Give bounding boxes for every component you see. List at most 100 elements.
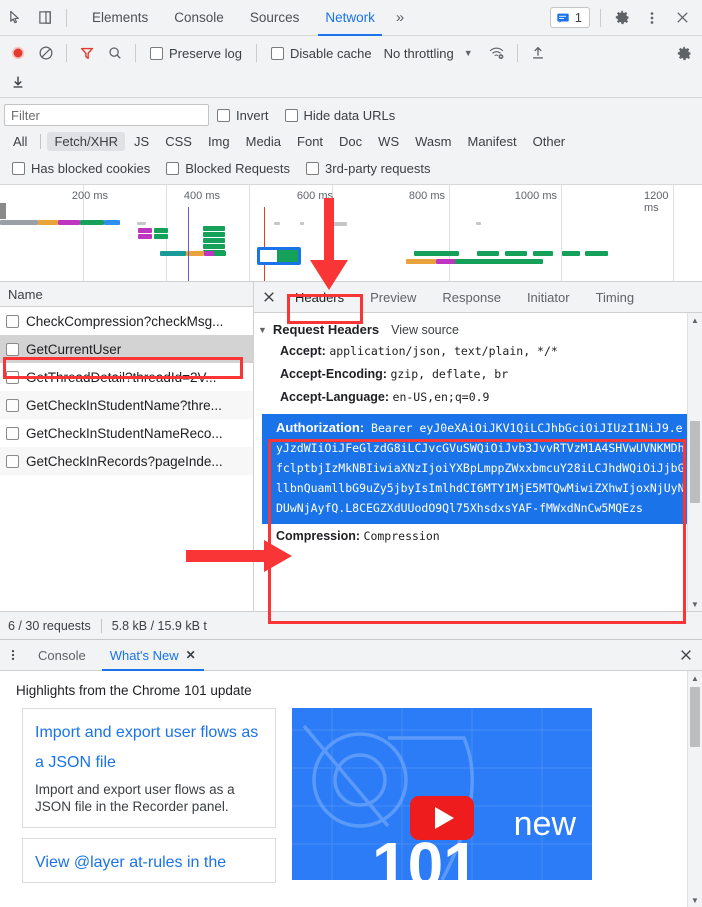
record-button[interactable] (4, 40, 32, 66)
table-row[interactable]: GetCurrentUser (0, 335, 253, 363)
filter-type-wasm[interactable]: Wasm (408, 132, 458, 151)
row-checkbox[interactable] (6, 342, 19, 356)
device-toolbar-icon[interactable] (30, 4, 60, 32)
toolbar-divider-5 (255, 44, 257, 63)
table-row[interactable]: CheckCompression?checkMsg... (0, 307, 253, 335)
gear-icon[interactable] (607, 4, 637, 32)
drawer-scrollbar[interactable]: ▲ ▼ (687, 671, 702, 907)
scrollbar-thumb[interactable] (690, 687, 700, 747)
network-settings-gear-icon[interactable] (670, 40, 698, 66)
drawer-tab-console-label: Console (38, 647, 86, 663)
disable-cache-checkbox[interactable]: Disable cache (263, 46, 380, 61)
close-icon[interactable] (667, 4, 697, 32)
network-conditions-icon[interactable] (483, 40, 511, 66)
overview-left-grip[interactable] (0, 203, 6, 219)
hide-data-urls-checkbox[interactable]: Hide data URLs (277, 108, 404, 123)
filter-type-other[interactable]: Other (526, 132, 573, 151)
scrollbar-thumb[interactable] (690, 421, 700, 503)
whats-new-body: Import and export user flows as a JSON f… (0, 708, 702, 893)
table-row[interactable]: GetThreadDetail?threadId=2V... (0, 363, 253, 391)
close-icon[interactable] (256, 282, 282, 312)
view-source-link[interactable]: View source (391, 323, 459, 337)
tab-response[interactable]: Response (429, 282, 514, 313)
card-title[interactable]: Import and export user flows as a JSON f… (35, 718, 263, 778)
status-divider (100, 618, 102, 633)
import-har-icon[interactable] (524, 40, 552, 66)
request-headers-section-header[interactable]: ▼ Request Headers View source (254, 319, 702, 340)
tab-headers[interactable]: Headers (282, 282, 357, 313)
filter-type-ws[interactable]: WS (371, 132, 406, 151)
list-item[interactable]: View @layer at-rules in the (22, 838, 276, 883)
tab-timing[interactable]: Timing (583, 282, 648, 313)
headers-scrollbar[interactable]: ▲ ▼ (687, 313, 702, 611)
blocked-requests-checkbox[interactable]: Blocked Requests (158, 161, 298, 176)
request-name: GetCheckInRecords?pageInde... (26, 453, 223, 469)
filter-type-doc[interactable]: Doc (332, 132, 369, 151)
overview-selection-box[interactable] (257, 247, 301, 265)
tab-preview[interactable]: Preview (357, 282, 429, 313)
close-icon[interactable] (670, 640, 702, 670)
messages-badge[interactable]: 1 (549, 7, 590, 28)
table-row[interactable]: GetCheckInStudentName?thre... (0, 391, 253, 419)
header-value: application/json, text/plain, */* (329, 344, 558, 358)
hide-data-urls-box (284, 108, 298, 122)
drawer-tab-console[interactable]: Console (26, 640, 98, 671)
row-checkbox[interactable] (6, 398, 19, 412)
drawer-tab-whats-new[interactable]: What's New ✕ (98, 640, 208, 671)
chevron-down-icon[interactable]: ▼ (258, 325, 267, 335)
preserve-log-checkbox[interactable]: Preserve log (142, 46, 250, 61)
filter-input[interactable] (4, 104, 209, 126)
filter-type-fetch-xhr[interactable]: Fetch/XHR (47, 132, 126, 151)
tab-network[interactable]: Network (312, 0, 388, 36)
table-row[interactable]: GetCheckInRecords?pageInde... (0, 447, 253, 475)
row-checkbox[interactable] (6, 370, 19, 384)
filter-type-img[interactable]: Img (201, 132, 237, 151)
filter-type-js[interactable]: JS (127, 132, 156, 151)
third-party-requests-checkbox[interactable]: 3rd-party requests (298, 161, 439, 176)
requests-list[interactable]: CheckCompression?checkMsg... GetCurrentU… (0, 307, 253, 611)
scroll-up-arrow[interactable]: ▲ (688, 671, 702, 685)
tab-sources[interactable]: Sources (237, 0, 313, 36)
overview-bar (505, 251, 527, 256)
requests-column-header[interactable]: Name (0, 282, 253, 307)
filter-type-all[interactable]: All (6, 132, 34, 151)
devtools-main-tabbar: Elements Console Sources Network » 1 (0, 0, 702, 36)
inspect-cursor-icon[interactable] (0, 4, 30, 32)
video-new-label: new (513, 805, 576, 843)
overview-bar (414, 251, 459, 256)
throttling-select[interactable]: No throttling (380, 46, 458, 61)
row-checkbox[interactable] (6, 314, 19, 328)
whats-new-video-thumbnail[interactable]: new 101 (292, 708, 592, 880)
filter-type-media[interactable]: Media (239, 132, 288, 151)
tab-elements[interactable]: Elements (79, 0, 161, 36)
scroll-down-arrow[interactable]: ▼ (688, 893, 702, 907)
list-item[interactable]: Import and export user flows as a JSON f… (22, 708, 276, 828)
card-title[interactable]: View @layer at-rules in the (35, 848, 263, 878)
kebab-menu-icon[interactable] (0, 640, 26, 670)
clear-icon[interactable] (32, 40, 60, 66)
kebab-menu-icon[interactable] (637, 4, 667, 32)
invert-checkbox[interactable]: Invert (209, 108, 277, 123)
export-har-icon[interactable] (4, 69, 32, 95)
third-party-label: 3rd-party requests (325, 160, 431, 176)
table-row[interactable]: GetCheckInStudentNameReco... (0, 419, 253, 447)
header-row: Accept-Language: en-US,en;q=0.9 (254, 386, 702, 409)
header-key: Accept: (280, 344, 326, 358)
tab-console-label: Console (174, 9, 224, 25)
row-checkbox[interactable] (6, 426, 19, 440)
has-blocked-cookies-checkbox[interactable]: Has blocked cookies (4, 161, 158, 176)
close-icon[interactable]: ✕ (186, 640, 196, 671)
row-checkbox[interactable] (6, 454, 19, 468)
chevron-down-icon[interactable]: ▼ (458, 48, 483, 58)
filter-funnel-icon[interactable] (73, 40, 101, 66)
scroll-up-arrow[interactable]: ▲ (688, 313, 702, 327)
more-tabs-icon[interactable]: » (388, 9, 412, 26)
filter-type-manifest[interactable]: Manifest (460, 132, 523, 151)
filter-type-css[interactable]: CSS (158, 132, 199, 151)
filter-type-font[interactable]: Font (290, 132, 330, 151)
tab-console[interactable]: Console (161, 0, 237, 36)
search-icon[interactable] (101, 40, 129, 66)
scroll-down-arrow[interactable]: ▼ (688, 597, 702, 611)
tab-initiator[interactable]: Initiator (514, 282, 583, 313)
network-overview-timeline[interactable]: 200 ms 400 ms 600 ms 800 ms 1000 ms 1200… (0, 185, 702, 282)
